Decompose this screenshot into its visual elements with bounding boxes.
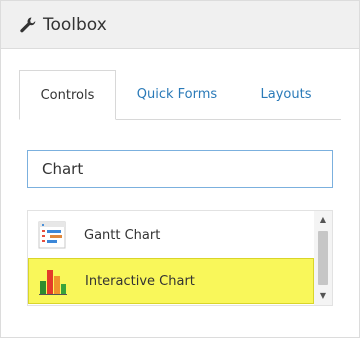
results-list: Gantt Chart Interactive Chart ▲ ▼ <box>27 210 333 306</box>
gantt-chart-icon <box>38 221 66 249</box>
tab-controls-label: Controls <box>40 88 95 103</box>
list-item-label: Interactive Chart <box>85 273 195 289</box>
scroll-up-arrow-icon[interactable]: ▲ <box>314 213 332 227</box>
list-item-interactive-chart[interactable]: Interactive Chart <box>28 258 314 304</box>
scroll-down-arrow-icon[interactable]: ▼ <box>314 289 332 303</box>
search-input[interactable] <box>27 150 333 188</box>
toolbox-panel: Toolbox Controls Quick Forms Layouts Cha… <box>0 0 360 338</box>
tab-layouts[interactable]: Layouts <box>251 70 321 119</box>
tab-layouts-label: Layouts <box>260 87 312 102</box>
list-item-label: Gantt Chart <box>84 227 161 243</box>
wrench-icon <box>20 17 36 32</box>
tab-controls[interactable]: Controls <box>19 70 116 120</box>
toolbox-header: Toolbox <box>1 1 359 49</box>
tab-quick-forms[interactable]: Quick Forms <box>127 70 227 119</box>
tab-quick-forms-label: Quick Forms <box>136 87 218 102</box>
tab-bar: Controls Quick Forms Layouts <box>19 70 341 120</box>
list-item-gantt-chart[interactable]: Gantt Chart <box>28 212 314 258</box>
bar-chart-icon <box>39 270 67 295</box>
vertical-scrollbar[interactable]: ▲ ▼ <box>314 211 332 305</box>
toolbox-title: Toolbox <box>43 14 107 35</box>
scrollbar-thumb[interactable] <box>318 231 328 285</box>
